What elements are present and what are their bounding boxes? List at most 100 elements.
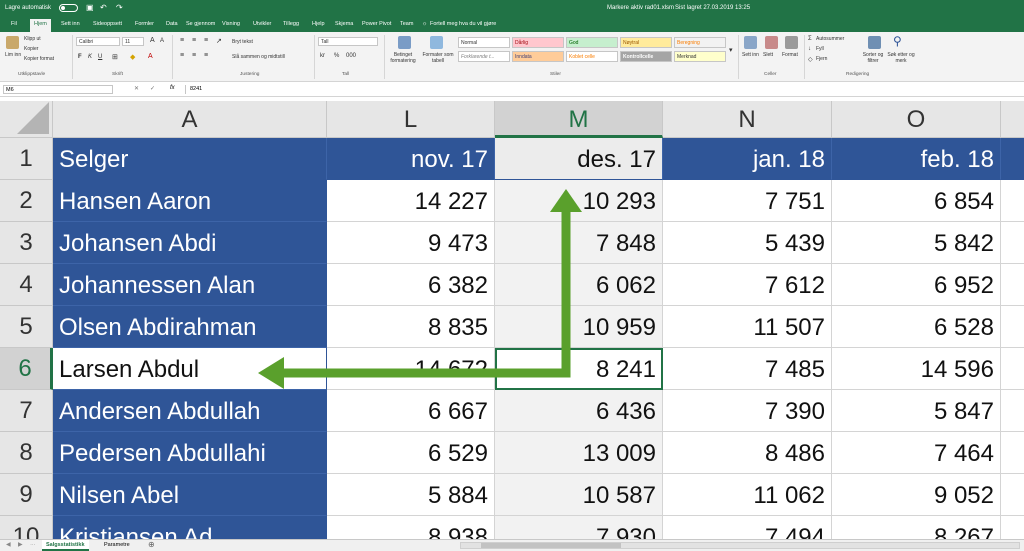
delete-cells-button[interactable]: Slett — [763, 52, 773, 58]
cell-jan-row8[interactable]: 8 486 — [663, 432, 832, 474]
style-calculation[interactable]: Beregning — [674, 37, 726, 48]
cell-name-row5[interactable]: Olsen Abdirahman — [53, 306, 327, 348]
row-header-3[interactable]: 3 — [0, 222, 53, 264]
cell-feb-row6[interactable]: 14 596 — [832, 348, 1001, 390]
font-name-select[interactable]: Calibri — [76, 37, 120, 46]
column-header-a[interactable]: A — [53, 101, 327, 138]
tab-page-layout[interactable]: Sideoppsett — [93, 21, 122, 27]
cell-nov-row5[interactable]: 8 835 — [327, 306, 495, 348]
prev-sheet-icon[interactable]: ◀ — [6, 541, 11, 548]
cell-name-row8[interactable]: Pedersen Abdullahi — [53, 432, 327, 474]
sort-filter-button[interactable]: Sorter og filtrer — [858, 52, 888, 64]
cell-feb-row3[interactable]: 5 842 — [832, 222, 1001, 264]
cell-dec-row2[interactable]: 10 293 — [495, 180, 663, 222]
next-sheet-icon[interactable]: ▶ — [18, 541, 23, 548]
style-neutral[interactable]: Nøytral — [620, 37, 672, 48]
style-explanatory[interactable]: Forklarende t... — [458, 51, 510, 62]
cell-nov-row6[interactable]: 14 672 — [327, 348, 495, 390]
tab-help[interactable]: Hjelp — [312, 21, 325, 27]
fill-color-icon[interactable]: ◆ — [130, 53, 135, 61]
column-header-n[interactable]: N — [663, 101, 832, 138]
row-header-4[interactable]: 4 — [0, 264, 53, 306]
cell-dec-row6[interactable]: 8 241 — [495, 348, 663, 390]
cell-jan-row4[interactable]: 7 612 — [663, 264, 832, 306]
style-input[interactable]: Inndata — [512, 51, 564, 62]
redo-icon[interactable]: ↷ — [116, 3, 123, 12]
tab-review[interactable]: Se gjennom — [186, 21, 215, 27]
tab-file[interactable]: Fil — [11, 21, 17, 27]
format-cells-button[interactable]: Format — [782, 52, 798, 58]
cell-feb-row7[interactable]: 5 847 — [832, 390, 1001, 432]
cell-feb-row10[interactable]: 8 267 — [832, 516, 1001, 539]
cell-jan-row5[interactable]: 11 507 — [663, 306, 832, 348]
autosave-toggle[interactable] — [59, 4, 78, 12]
header-cell-jan[interactable]: jan. 18 — [663, 138, 832, 180]
number-format-select[interactable]: Tall — [318, 37, 378, 46]
currency-icon[interactable]: kr — [320, 53, 325, 59]
style-good[interactable]: God — [566, 37, 618, 48]
cell-dec-row9[interactable]: 10 587 — [495, 474, 663, 516]
align-top-icon[interactable]: ≡ — [180, 37, 184, 44]
row-header-8[interactable]: 8 — [0, 432, 53, 474]
tab-developer[interactable]: Utvikler — [253, 21, 271, 27]
style-linked-cell[interactable]: Koblet celle — [566, 51, 618, 62]
font-size-select[interactable]: 11 — [122, 37, 144, 46]
cell-jan-row9[interactable]: 11 062 — [663, 474, 832, 516]
column-header-next[interactable] — [1001, 101, 1024, 138]
autosum-icon[interactable]: Σ — [808, 36, 812, 42]
cell-feb-row5[interactable]: 6 528 — [832, 306, 1001, 348]
undo-icon[interactable]: ↶ — [100, 3, 107, 12]
conditional-formatting-button[interactable]: Betinget formatering — [386, 52, 420, 64]
sheet-tab-params[interactable]: Parametre — [100, 540, 134, 551]
fill-icon[interactable]: ↓ — [808, 46, 811, 52]
cell-next-row7[interactable] — [1001, 390, 1024, 432]
cut-button[interactable]: Klipp ut — [24, 36, 41, 42]
cell-jan-row7[interactable]: 7 390 — [663, 390, 832, 432]
cell-next-row6[interactable] — [1001, 348, 1024, 390]
cell-next-row3[interactable] — [1001, 222, 1024, 264]
cell-feb-row8[interactable]: 7 464 — [832, 432, 1001, 474]
cell-name-row2[interactable]: Hansen Aaron — [53, 180, 327, 222]
row-header-2[interactable]: 2 — [0, 180, 53, 222]
row-header-6[interactable]: 6 — [0, 348, 53, 390]
sheet-menu-icon[interactable]: … — [30, 541, 36, 547]
cell-next-row10[interactable] — [1001, 516, 1024, 539]
insert-cells-icon[interactable] — [744, 36, 757, 49]
cell-nov-row10[interactable]: 8 938 — [327, 516, 495, 539]
tab-addins[interactable]: Tillegg — [283, 21, 299, 27]
cell-dec-row3[interactable]: 7 848 — [495, 222, 663, 264]
cell-jan-row10[interactable]: 7 494 — [663, 516, 832, 539]
copy-button[interactable]: Kopier — [24, 46, 38, 52]
tab-team[interactable]: Team — [400, 21, 413, 27]
decrease-font-icon[interactable]: A — [160, 38, 164, 44]
cell-dec-row5[interactable]: 10 959 — [495, 306, 663, 348]
cell-next-row8[interactable] — [1001, 432, 1024, 474]
wrap-text-button[interactable]: Bryt tekst — [232, 39, 253, 45]
cell-name-row4[interactable]: Johannessen Alan — [53, 264, 327, 306]
style-normal[interactable]: Normal — [458, 37, 510, 48]
align-center-icon[interactable]: ≡ — [192, 52, 196, 59]
formula-input[interactable]: 8241 — [185, 85, 1020, 94]
sort-filter-icon[interactable] — [868, 36, 881, 49]
name-box[interactable]: M6 — [3, 85, 113, 94]
cell-name-row10[interactable]: Kristiansen Ad — [53, 516, 327, 539]
cell-feb-row9[interactable]: 9 052 — [832, 474, 1001, 516]
conditional-formatting-icon[interactable] — [398, 36, 411, 49]
paste-icon[interactable] — [6, 36, 19, 49]
format-painter-button[interactable]: Kopier format — [24, 56, 54, 62]
row-header-10[interactable]: 10 — [0, 516, 53, 539]
delete-cells-icon[interactable] — [765, 36, 778, 49]
row-header-1[interactable]: 1 — [0, 138, 53, 180]
cell-dec-row8[interactable]: 13 009 — [495, 432, 663, 474]
tell-me-search[interactable]: Fortell meg hva du vil gjøre — [430, 21, 496, 27]
cell-nov-row9[interactable]: 5 884 — [327, 474, 495, 516]
format-as-table-button[interactable]: Formater som tabell — [422, 52, 454, 64]
find-select-button[interactable]: Søk etter og merk — [886, 52, 916, 64]
cell-nov-row2[interactable]: 14 227 — [327, 180, 495, 222]
bold-button[interactable]: F — [78, 54, 82, 60]
clear-button[interactable]: Fjern — [816, 56, 827, 62]
percent-icon[interactable]: % — [334, 53, 339, 59]
font-color-icon[interactable]: A — [148, 53, 153, 60]
horizontal-scrollbar[interactable] — [460, 542, 1020, 549]
cell-feb-row2[interactable]: 6 854 — [832, 180, 1001, 222]
